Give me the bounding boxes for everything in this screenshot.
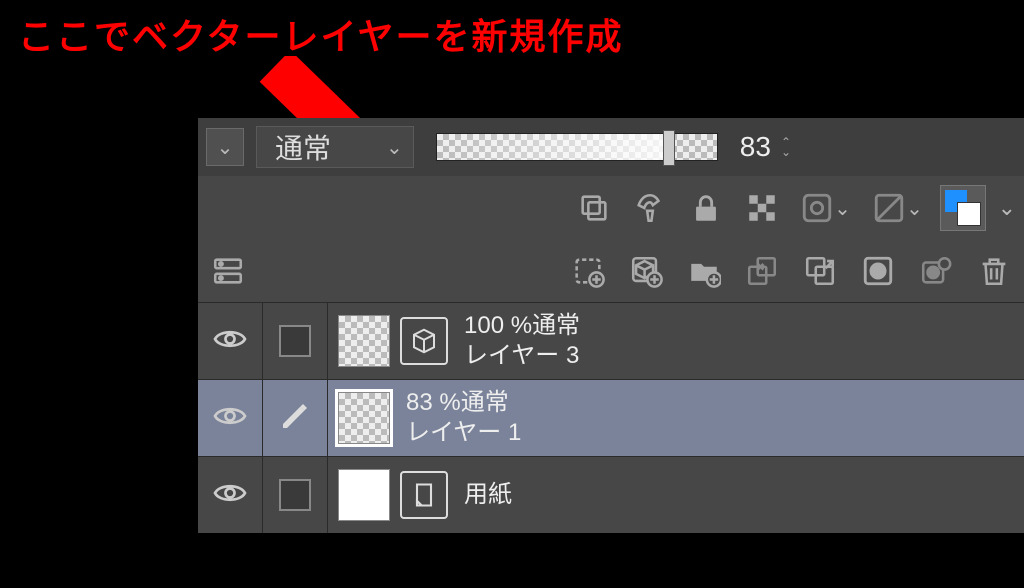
layer-thumbnail[interactable] — [338, 315, 390, 367]
layer-item[interactable]: 100 %通常 レイヤー 3 — [198, 302, 1024, 379]
set-reference-icon[interactable]: ⌄ — [796, 186, 856, 230]
visibility-toggle[interactable] — [198, 380, 263, 456]
layer-list: 100 %通常 レイヤー 3 83 %通常 レイヤー 1 — [198, 302, 1024, 533]
editing-toggle[interactable] — [263, 303, 328, 379]
layer-item[interactable]: 用紙 — [198, 456, 1024, 533]
pencil-icon — [279, 400, 311, 437]
annotation-text: ここでベクターレイヤーを新規作成 — [18, 8, 623, 60]
eye-icon — [212, 398, 248, 439]
new-vector-layer-icon[interactable] — [624, 249, 668, 293]
layer-color-dropdown[interactable]: ⌄ — [206, 128, 244, 166]
chevron-down-icon: ⌄ — [386, 135, 403, 160]
layer-item[interactable]: 83 %通常 レイヤー 1 — [198, 379, 1024, 456]
checkbox-icon — [279, 479, 311, 511]
eye-icon — [212, 475, 248, 516]
blend-mode-dropdown[interactable]: 通常 ⌄ — [256, 126, 414, 168]
layer-label: 83 %通常 レイヤー 1 — [406, 388, 521, 448]
layer-color-picker[interactable] — [940, 185, 986, 231]
chevron-down-icon: ⌄ — [906, 196, 923, 221]
chevron-down-icon: ⌄ — [834, 196, 851, 221]
layer-mask-icon[interactable] — [856, 249, 900, 293]
editing-toggle[interactable] — [263, 457, 328, 533]
layers-panel: ⌄ 通常 ⌄ 83 ⌃⌄ ⌄ — [198, 118, 1024, 533]
draft-layer-icon[interactable]: ⌄ — [868, 186, 928, 230]
layer-thumbnail[interactable] — [338, 469, 390, 521]
visibility-toggle[interactable] — [198, 457, 263, 533]
slider-thumb[interactable] — [663, 130, 675, 166]
new-raster-layer-icon[interactable] — [566, 249, 610, 293]
layer-properties-row: ⌄ ⌄ ⌄ — [198, 176, 1024, 240]
opacity-value: 83 — [740, 131, 771, 163]
transfer-layer-icon[interactable] — [740, 249, 784, 293]
chevron-down-icon: ⌄ — [217, 135, 234, 160]
lock-alpha-icon[interactable] — [740, 186, 784, 230]
paper-badge-icon — [400, 471, 448, 519]
merge-layer-icon[interactable] — [798, 249, 842, 293]
new-folder-icon[interactable] — [682, 249, 726, 293]
pane-view-icon[interactable] — [206, 249, 250, 293]
blend-mode-label: 通常 — [275, 127, 331, 167]
checkbox-icon — [279, 325, 311, 357]
opacity-slider[interactable] — [436, 133, 718, 161]
enable-mask-icon[interactable] — [914, 249, 958, 293]
blend-opacity-row: ⌄ 通常 ⌄ 83 ⌃⌄ — [198, 118, 1024, 176]
eye-icon — [212, 321, 248, 362]
trash-icon[interactable] — [972, 249, 1016, 293]
layer-actions-row — [198, 240, 1024, 302]
visibility-toggle[interactable] — [198, 303, 263, 379]
vector-badge-icon — [400, 317, 448, 365]
layer-thumbnail[interactable] — [338, 392, 390, 444]
editing-toggle[interactable] — [263, 380, 328, 456]
opacity-spinner[interactable]: ⌃⌄ — [781, 137, 791, 157]
reference-layer-icon[interactable] — [628, 186, 672, 230]
layer-label: 100 %通常 レイヤー 3 — [464, 311, 580, 371]
clip-to-below-icon[interactable] — [572, 186, 616, 230]
lock-icon[interactable] — [684, 186, 728, 230]
chevron-down-icon[interactable]: ⌄ — [998, 195, 1016, 221]
layer-label: 用紙 — [464, 480, 512, 510]
